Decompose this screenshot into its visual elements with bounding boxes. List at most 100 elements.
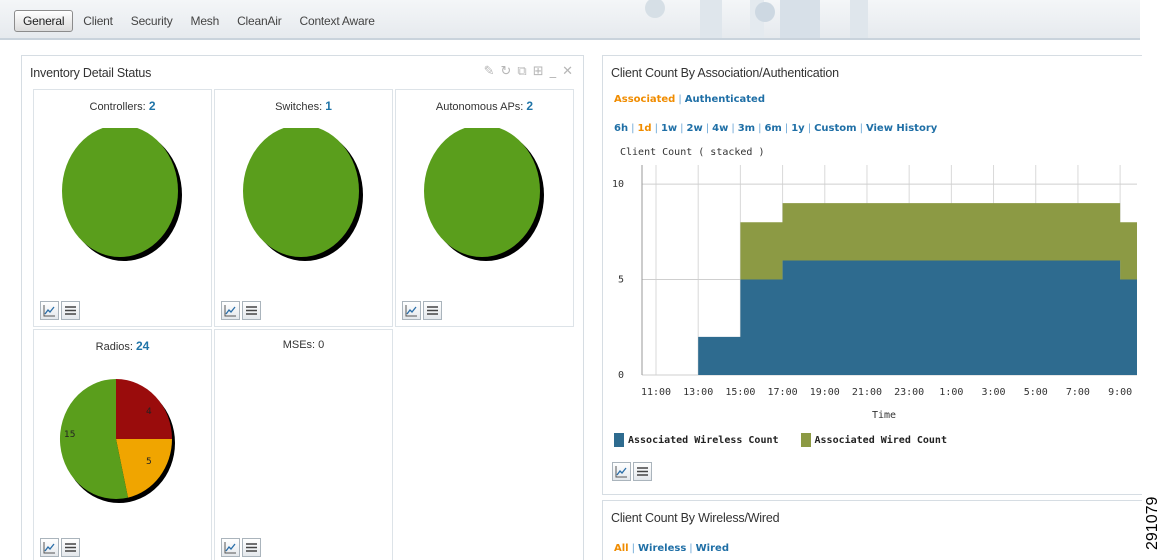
x-tick-label: 7:00 [1066, 387, 1090, 398]
header-decoration [645, 0, 868, 38]
list-icon [65, 543, 76, 552]
filter-link-all[interactable]: All [614, 543, 629, 554]
radios-slice-red[interactable] [116, 379, 172, 439]
wireless-wired-links: All | Wireless | Wired [614, 543, 729, 554]
x-tick-label: 21:00 [852, 387, 882, 398]
list-icon [246, 306, 257, 315]
tile-label: Radios: [95, 341, 133, 353]
list-view-button[interactable] [242, 301, 261, 320]
x-tick-label: 5:00 [1024, 387, 1048, 398]
x-axis-title: Time [872, 410, 896, 421]
tile-count[interactable]: 2 [149, 99, 156, 113]
x-tick-label: 23:00 [894, 387, 924, 398]
line-chart-icon [405, 305, 417, 317]
close-icon[interactable]: ✕ [562, 64, 573, 79]
list-icon [65, 306, 76, 315]
range-link-custom[interactable]: Custom [814, 123, 856, 134]
mode-link-associated[interactable]: Associated [614, 94, 675, 105]
switches-tile: Switches: 1 [214, 89, 393, 327]
series-area-wireless[interactable] [656, 260, 1137, 375]
autonomous-aps-pie[interactable] [424, 128, 550, 268]
tab-general[interactable]: General [14, 10, 74, 32]
legend-swatch-wireless [614, 433, 624, 447]
list-view-button[interactable] [633, 462, 652, 481]
slice-label-orange: 5 [146, 457, 152, 467]
x-tick-label: 13:00 [683, 387, 713, 398]
x-tick-label: 3:00 [981, 387, 1005, 398]
tile-label: Switches: [275, 101, 323, 113]
tile-count[interactable]: 2 [526, 99, 533, 113]
tab-mesh[interactable]: Mesh [183, 11, 228, 31]
tile-label: Autonomous APs: [435, 101, 524, 113]
panel-title: Client Count By Association/Authenticati… [611, 66, 839, 80]
list-icon [246, 543, 257, 552]
range-link-1w[interactable]: 1w [661, 123, 677, 134]
range-link-1d[interactable]: 1d [637, 123, 651, 134]
y-tick-label: 10 [612, 179, 624, 190]
detach-icon[interactable]: ⧉ [517, 64, 526, 79]
controllers-pie[interactable] [62, 128, 188, 268]
inventory-detail-panel: Inventory Detail Status ✎ ↻ ⧉ ⊞ _ ✕ Cont… [21, 55, 584, 560]
tile-count[interactable]: 24 [136, 339, 149, 353]
controllers-tile: Controllers: 2 [33, 89, 212, 327]
slice-label-green: 15 [64, 430, 75, 440]
radios-pie[interactable]: 15 4 5 [58, 374, 178, 506]
panel-title: Inventory Detail Status [30, 66, 152, 80]
time-range-links: 6h | 1d | 1w | 2w | 4w | 3m | 6m | 1y | Custom | View Hist… [614, 123, 938, 134]
x-tick-label: 19:00 [810, 387, 840, 398]
trend-chart-button[interactable] [40, 538, 59, 557]
range-link-2w[interactable]: 2w [687, 123, 703, 134]
tile-label: MSEs: 0 [282, 339, 325, 351]
list-icon [427, 306, 438, 315]
range-link-1y[interactable]: 1y [791, 123, 804, 134]
maximize-icon[interactable]: ⊞ [533, 64, 544, 79]
switches-pie[interactable] [243, 128, 369, 268]
filter-link-wired[interactable]: Wired [696, 543, 729, 554]
mode-links: Associated | Authenticated [614, 94, 765, 105]
range-link-6m[interactable]: 6m [764, 123, 781, 134]
range-link-view-history[interactable]: View History [866, 123, 937, 134]
figure-code: 291079 [1144, 497, 1161, 550]
edit-icon[interactable]: ✎ [484, 64, 495, 79]
slice-label-red: 4 [146, 407, 152, 417]
line-chart-icon [615, 466, 627, 478]
trend-chart-button[interactable] [221, 538, 240, 557]
legend-label-wireless: Associated Wireless Count [628, 434, 779, 446]
y-tick-label: 0 [618, 370, 624, 381]
range-link-3m[interactable]: 3m [738, 123, 755, 134]
tab-context-aware[interactable]: Context Aware [292, 11, 383, 31]
top-tab-bar: General Client Security Mesh CleanAir Co… [0, 0, 1140, 40]
x-tick-label: 17:00 [768, 387, 798, 398]
filter-link-wireless[interactable]: Wireless [638, 543, 686, 554]
tab-security[interactable]: Security [123, 11, 181, 31]
list-view-button[interactable] [61, 301, 80, 320]
legend-label-wired: Associated Wired Count [814, 434, 947, 446]
mode-link-authenticated[interactable]: Authenticated [685, 94, 765, 105]
range-link-6h[interactable]: 6h [614, 123, 628, 134]
autonomous-aps-tile: Autonomous APs: 2 [395, 89, 574, 327]
trend-chart-button[interactable] [402, 301, 421, 320]
line-chart-icon [224, 542, 236, 554]
list-view-button[interactable] [242, 538, 261, 557]
x-tick-label: 9:00 [1108, 387, 1132, 398]
minimize-icon[interactable]: _ [550, 64, 557, 79]
list-view-button[interactable] [61, 538, 80, 557]
trend-chart-button[interactable] [221, 301, 240, 320]
y-tick-label: 5 [618, 275, 624, 286]
panel-title: Client Count By Wireless/Wired [611, 511, 780, 525]
tile-label: Controllers: [89, 101, 146, 113]
list-view-button[interactable] [423, 301, 442, 320]
mses-tile: MSEs: 0 [214, 329, 393, 560]
refresh-icon[interactable]: ↻ [500, 64, 511, 79]
x-tick-label: 15:00 [725, 387, 755, 398]
trend-chart-button[interactable] [40, 301, 59, 320]
trend-chart-button[interactable] [612, 462, 631, 481]
tile-count[interactable]: 1 [325, 99, 332, 113]
tab-client[interactable]: Client [75, 11, 120, 31]
line-chart-icon [43, 305, 55, 317]
x-tick-label: 11:00 [641, 387, 671, 398]
chart-legend: Associated Wireless Count Associated Wir… [614, 433, 947, 447]
range-link-4w[interactable]: 4w [712, 123, 728, 134]
tab-cleanair[interactable]: CleanAir [229, 11, 289, 31]
x-tick-label: 1:00 [939, 387, 963, 398]
